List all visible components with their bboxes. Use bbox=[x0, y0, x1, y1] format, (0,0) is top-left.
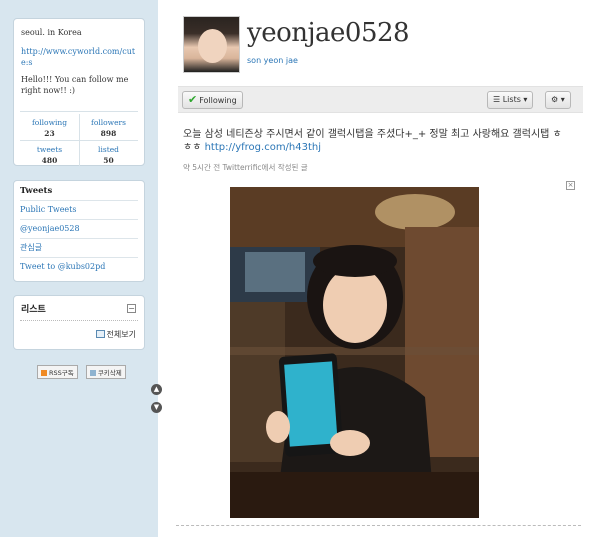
sidebar: seoul. in Korea http://www.cyworld.com/c… bbox=[0, 0, 158, 537]
following-stat[interactable]: following 23 bbox=[20, 117, 79, 139]
photo-image bbox=[230, 187, 479, 518]
tweet-meta: 약 5시간 전 Twitterrific에서 작성된 글 bbox=[183, 163, 308, 172]
profile-card: seoul. in Korea http://www.cyworld.com/c… bbox=[13, 18, 145, 166]
utility-buttons: RSS구독 쿠키삭제 bbox=[37, 360, 129, 379]
avatar-face bbox=[198, 29, 227, 63]
profile-stats: following 23 followers 898 tweets 480 li… bbox=[20, 111, 138, 166]
tweet-divider bbox=[176, 525, 581, 526]
list-box-title: 리스트 bbox=[21, 305, 46, 315]
tweets-menu-title: Tweets bbox=[20, 186, 138, 201]
rss-icon bbox=[41, 370, 47, 376]
close-icon[interactable]: × bbox=[566, 181, 575, 190]
menu-item-mentions[interactable]: @yeonjae0528 bbox=[20, 220, 138, 239]
menu-item-tweet-to[interactable]: Tweet to @kubs02pd bbox=[20, 258, 138, 276]
profile-location: seoul. in Korea bbox=[21, 28, 82, 37]
followers-stat[interactable]: followers 898 bbox=[79, 117, 138, 139]
view-all-label: 전체보기 bbox=[106, 330, 136, 339]
tweet-text: 오늘 삼성 네티즌상 주시면서 같이 갤럭시탭을 주셨다+_+ 정말 최고 사랑… bbox=[183, 128, 563, 154]
action-bar: ✔ Following ☰ Lists ▾ ⚙ ▾ bbox=[178, 86, 583, 113]
rss-button[interactable]: RSS구독 bbox=[37, 365, 78, 379]
tweet-link[interactable]: http://yfrog.com/h43thj bbox=[205, 142, 321, 153]
avatar[interactable] bbox=[183, 16, 240, 73]
settings-button[interactable]: ⚙ ▾ bbox=[545, 91, 571, 109]
gear-icon: ⚙ bbox=[551, 95, 559, 104]
username: yeonjae0528 bbox=[247, 18, 410, 48]
clear-cookie-button[interactable]: 쿠키삭제 bbox=[85, 365, 126, 379]
check-icon: ✔ bbox=[188, 93, 198, 106]
tweets-stat[interactable]: tweets 480 bbox=[20, 144, 79, 166]
chevron-down-icon: ▾ bbox=[523, 95, 528, 104]
profile-bio: Hello!!! You can follow me right now!! :… bbox=[21, 75, 129, 95]
tweets-menu: Tweets Public Tweets @yeonjae0528 관심글 Tw… bbox=[13, 180, 145, 282]
chevron-down-icon: ▾ bbox=[560, 95, 565, 104]
scroll-up-icon[interactable]: ▲ bbox=[151, 384, 162, 395]
lists-button[interactable]: ☰ Lists ▾ bbox=[487, 91, 534, 109]
view-all-link[interactable]: 전체보기 bbox=[95, 329, 136, 340]
real-name: son yeon jae bbox=[247, 56, 298, 65]
listed-stat[interactable]: listed 50 bbox=[79, 144, 138, 166]
following-button[interactable]: ✔ Following bbox=[182, 91, 243, 109]
list-icon: ☰ bbox=[493, 95, 501, 104]
list-box: 리스트 − 전체보기 bbox=[13, 295, 145, 350]
scroll-down-icon[interactable]: ▼ bbox=[151, 402, 162, 413]
profile-url-link[interactable]: http://www.cyworld.com/cute:s bbox=[21, 46, 137, 68]
menu-item-public-tweets[interactable]: Public Tweets bbox=[20, 201, 138, 220]
list-divider bbox=[20, 320, 138, 321]
collapse-icon[interactable]: − bbox=[127, 304, 136, 313]
tweet-photo[interactable] bbox=[230, 187, 479, 518]
list-icon bbox=[95, 330, 105, 338]
menu-item-favorites[interactable]: 관심글 bbox=[20, 239, 138, 258]
cookie-icon bbox=[89, 370, 96, 376]
